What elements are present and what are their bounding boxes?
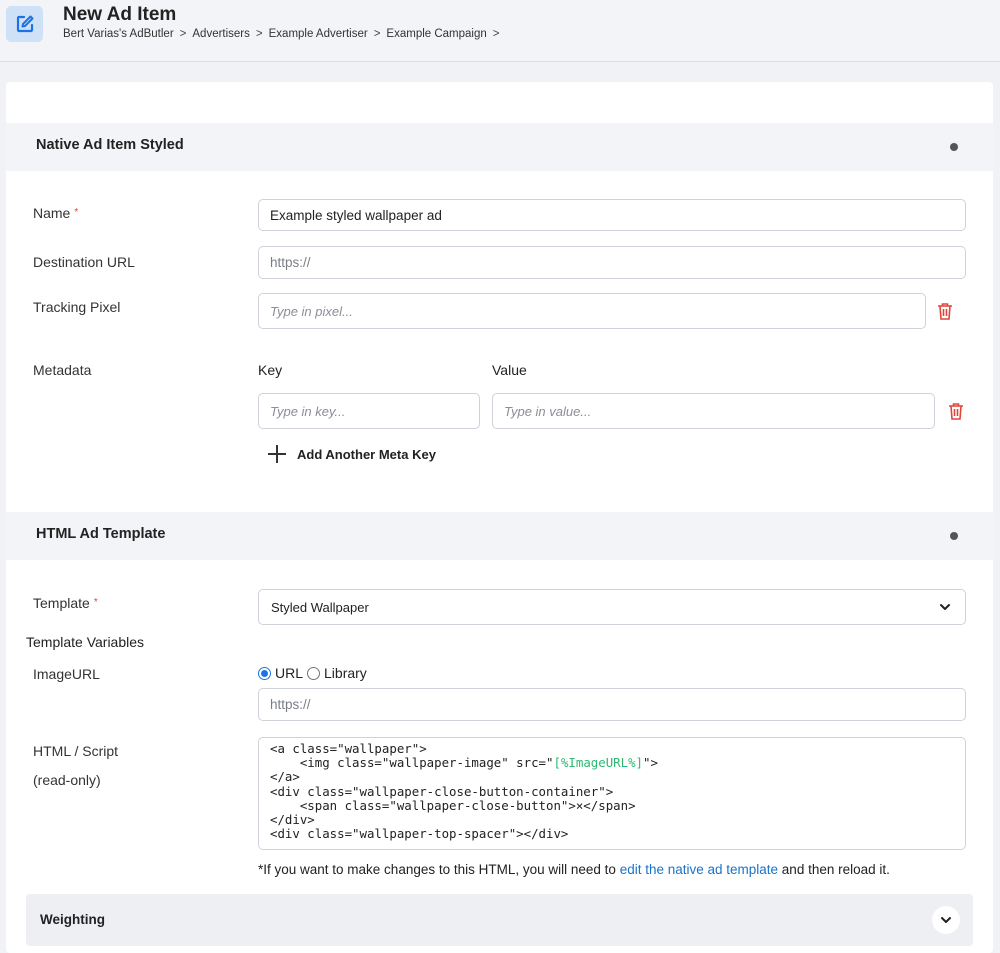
breadcrumb-item-advertisers[interactable]: Advertisers (192, 28, 250, 40)
radio-library-label[interactable]: Library (324, 665, 367, 681)
note-text-before: *If you want to make changes to this HTM… (258, 862, 620, 877)
plus-icon (268, 444, 288, 464)
code-line: </div> (270, 812, 954, 828)
metadata-key-input[interactable]: Type in key... (258, 393, 480, 429)
name-input[interactable]: Example styled wallpaper ad (258, 199, 966, 231)
read-only-label: (read-only) (33, 772, 101, 788)
radio-library[interactable] (307, 666, 321, 680)
breadcrumb-separator: > (373, 28, 381, 40)
metadata-key-header: Key (258, 362, 283, 378)
page-title: New Ad Item (63, 4, 177, 25)
metadata-label: Metadata (33, 362, 92, 378)
weighting-toggle-button[interactable] (932, 906, 960, 934)
weighting-title: Weighting (40, 912, 105, 927)
code-text: <div class="wallpaper-top-spacer"></div> (270, 826, 569, 842)
add-meta-key-button[interactable]: Add Another Meta Key (268, 444, 436, 464)
add-meta-key-label: Add Another Meta Key (297, 446, 436, 462)
destination-url-input[interactable]: https:// (258, 246, 966, 279)
chevron-down-icon (941, 917, 951, 923)
breadcrumb-separator: > (255, 28, 263, 40)
name-label-text: Name (33, 205, 71, 221)
weighting-panel[interactable]: Weighting (26, 894, 973, 946)
template-select[interactable]: Styled Wallpaper (258, 589, 966, 625)
section-collapse-dot-icon[interactable] (950, 143, 958, 151)
page-header: New Ad Item Bert Varias's AdButler > Adv… (0, 0, 1000, 62)
image-source-radio-group: URL Library (258, 665, 367, 681)
section-collapse-dot-icon[interactable] (950, 532, 958, 540)
template-variable-token: [%ImageURL%] (553, 755, 644, 771)
code-text: <span class="wallpaper-close-button">×</… (270, 797, 636, 813)
tracking-pixel-input[interactable]: Type in pixel... (258, 293, 926, 329)
delete-pixel-trash-icon[interactable] (937, 302, 953, 320)
chevron-down-icon (940, 604, 950, 610)
code-line: <span class="wallpaper-close-button">×</… (270, 797, 954, 813)
code-text: <a class="wallpaper"> (270, 741, 427, 756)
template-note: *If you want to make changes to this HTM… (258, 862, 890, 877)
native-section-header[interactable]: Native Ad Item Styled (6, 123, 993, 171)
template-variables-label: Template Variables (26, 634, 145, 650)
required-mark: * (93, 597, 98, 608)
breadcrumb: Bert Varias's AdButler > Advertisers > E… (63, 28, 506, 40)
edit-native-template-link[interactable]: edit the native ad template (620, 862, 778, 877)
html-script-code[interactable]: <a class="wallpaper"> <img class="wallpa… (258, 737, 966, 850)
edit-square-icon (6, 6, 43, 42)
template-label: Template * (33, 595, 98, 611)
breadcrumb-separator: > (492, 28, 500, 40)
code-text: <img class="wallpaper-image" src=" (270, 755, 554, 771)
breadcrumb-item-campaign[interactable]: Example Campaign (386, 28, 486, 40)
destination-url-label: Destination URL (33, 254, 135, 270)
template-section-header[interactable]: HTML Ad Template (6, 512, 993, 560)
template-select-value: Styled Wallpaper (271, 599, 369, 615)
code-line: <div class="wallpaper-close-button-conta… (270, 783, 954, 799)
breadcrumb-item-account[interactable]: Bert Varias's AdButler (63, 28, 174, 40)
code-text: "> (643, 755, 658, 771)
note-text-after: and then reload it. (778, 862, 890, 877)
html-script-label: HTML / Script (33, 743, 119, 759)
radio-url-label[interactable]: URL (275, 665, 303, 681)
required-mark: * (74, 207, 79, 218)
native-section-title: Native Ad Item Styled (36, 137, 184, 153)
metadata-value-header: Value (492, 362, 527, 378)
tracking-pixel-label: Tracking Pixel (33, 299, 121, 315)
code-line: <img class="wallpaper-image" src="[%Imag… (270, 756, 954, 770)
code-line: </a> (270, 770, 954, 784)
code-text: </a> (270, 769, 300, 785)
code-text: <div class="wallpaper-close-button-conta… (270, 783, 614, 799)
metadata-value-input[interactable]: Type in value... (492, 393, 935, 429)
image-url-input[interactable]: https:// (258, 688, 966, 721)
template-section-title: HTML Ad Template (36, 526, 166, 542)
name-label: Name * (33, 205, 78, 221)
template-label-text: Template (33, 595, 90, 611)
image-url-label: ImageURL (33, 666, 100, 682)
breadcrumb-separator: > (179, 28, 187, 40)
code-line: <div class="wallpaper-top-spacer"></div> (270, 827, 954, 841)
breadcrumb-item-advertiser[interactable]: Example Advertiser (269, 28, 368, 40)
code-line: <a class="wallpaper"> (270, 741, 954, 756)
radio-url[interactable] (258, 666, 271, 680)
code-text: </div> (270, 812, 315, 828)
delete-meta-trash-icon[interactable] (948, 402, 964, 420)
